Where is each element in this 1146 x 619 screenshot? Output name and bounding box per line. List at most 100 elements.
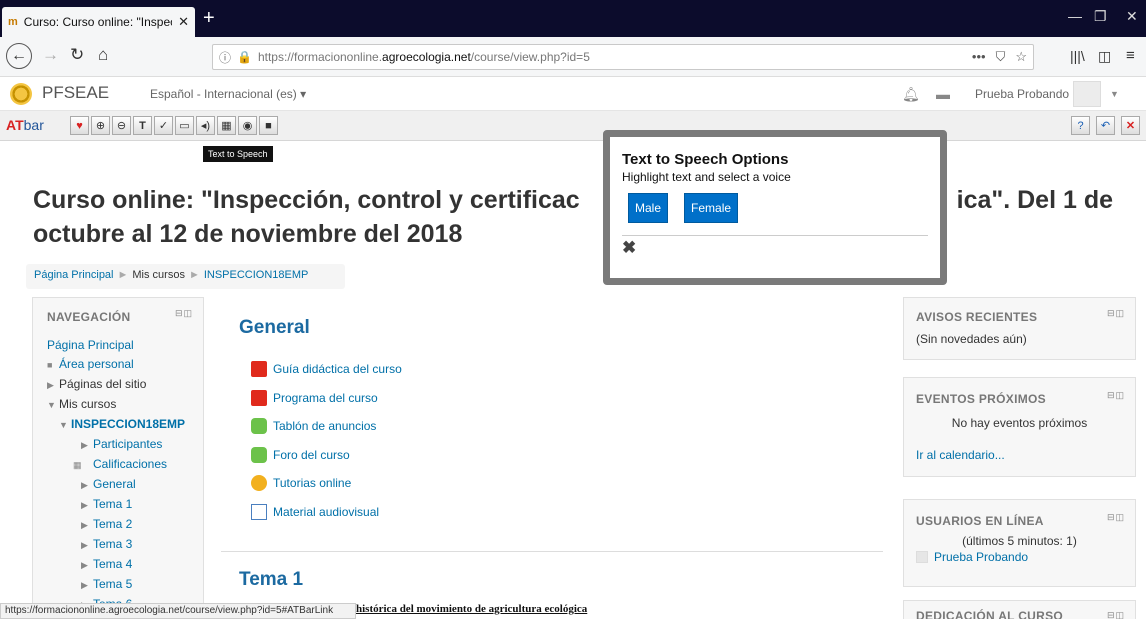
course-content: General Guía didáctica del curso Program… [221, 297, 883, 590]
dedication-block: DEDICACIÓN AL CURSO ⊟◫ [903, 600, 1136, 619]
zoom-out-icon[interactable]: ⊖ [112, 116, 131, 135]
breadcrumb-home[interactable]: Página Principal [34, 269, 114, 281]
dialog-subtitle: Highlight text and select a voice [622, 170, 791, 184]
activity-item[interactable]: Programa del curso [251, 384, 883, 413]
language-menu[interactable]: Español - Internacional (es) ▾ [150, 87, 306, 101]
nav-item-tema1[interactable]: ▶ Tema 1 [47, 495, 189, 515]
dialog-close-icon[interactable]: ✖ [622, 238, 928, 258]
nav-item-course[interactable]: ▼ INSPECCION18EMP [47, 415, 189, 435]
user-name[interactable]: Prueba Probando [975, 87, 1069, 101]
site-header: PFSEAE Español - Internacional (es) ▾ 🔔︎… [0, 77, 1146, 111]
library-icon[interactable]: |||\ [1070, 48, 1085, 64]
breadcrumb-course[interactable]: INSPECCION18EMP [204, 269, 309, 281]
font-icon[interactable]: T [133, 116, 152, 135]
menu-icon[interactable]: ≡ [1126, 47, 1135, 64]
breadcrumb-my-courses[interactable]: Mis cursos [132, 269, 185, 281]
activity-item[interactable]: Guía didáctica del curso [251, 355, 883, 384]
bookmark-star-icon[interactable]: ☆ [1015, 49, 1027, 65]
forum-icon [251, 418, 267, 435]
news-block: AVISOS RECIENTES ⊟◫ (Sin novedades aún) [903, 297, 1136, 360]
online-users-block: USUARIOS EN LÍNEA ⊟◫ (últimos 5 minutos:… [903, 499, 1136, 587]
block-controls-icon[interactable]: ⊟◫ [1107, 390, 1125, 401]
nav-item-general[interactable]: ▶ General [47, 475, 189, 495]
url-bar[interactable]: ⓘ 🔒 https://formaciononline.agroecologia… [212, 44, 1034, 70]
nav-item-tema4[interactable]: ▶ Tema 4 [47, 555, 189, 575]
lock-icon: 🔒 [237, 50, 252, 64]
sidebar-icon[interactable]: ◫ [1098, 48, 1111, 65]
nav-item-tema5[interactable]: ▶ Tema 5 [47, 575, 189, 595]
male-voice-button[interactable]: Male [628, 193, 669, 223]
forum-icon [251, 446, 267, 463]
help-icon[interactable]: ? [1071, 116, 1090, 135]
activity-item[interactable]: Tutorias online [251, 469, 883, 498]
pdf-icon [251, 389, 267, 406]
nav-item-tema3[interactable]: ▶ Tema 3 [47, 535, 189, 555]
new-tab-button[interactable]: + [203, 8, 215, 28]
block-heading: DEDICACIÓN AL CURSO [916, 609, 1064, 619]
nav-item-tema2[interactable]: ▶ Tema 2 [47, 515, 189, 535]
block-controls-icon[interactable]: ⊟◫ [1107, 308, 1125, 319]
browser-nav-bar: ← → ↻ ⌂ ⓘ 🔒 https://formaciononline.agro… [0, 37, 1146, 77]
home-button[interactable]: ⌂ [98, 45, 108, 65]
messages-icon[interactable]: ▬ [936, 86, 950, 102]
online-users-count: (últimos 5 minutos: 1) [962, 534, 1077, 548]
moodle-favicon-icon: m [8, 16, 18, 28]
female-voice-button[interactable]: Female [684, 193, 739, 223]
word-prediction-icon[interactable]: ▦ [217, 116, 236, 135]
section-divider [221, 551, 883, 552]
block-controls-icon[interactable]: ⊟◫ [175, 308, 193, 319]
info-icon[interactable]: ⓘ [219, 49, 231, 66]
window-close-icon[interactable]: ✕ [1126, 8, 1138, 25]
nav-item-home[interactable]: Página Principal [47, 336, 189, 355]
heart-icon[interactable]: ♥ [70, 116, 89, 135]
dialog-title: Text to Speech Options [622, 151, 789, 168]
activity-link-partial[interactable]: histórica del movimiento de agricultura … [356, 603, 587, 615]
tooltip: Text to Speech [203, 146, 273, 162]
reset-icon[interactable]: ↶ [1096, 116, 1115, 135]
user-menu-caret-icon[interactable]: ▼ [1110, 89, 1119, 99]
browser-tab-bar: m Curso: Curso online: "Inspecci ✕ + — ❐… [0, 0, 1146, 37]
block-heading: USUARIOS EN LÍNEA [916, 514, 1044, 528]
block-controls-icon[interactable]: ⊟◫ [1107, 512, 1125, 523]
atbar-logo: ATbar [6, 117, 44, 133]
text-to-speech-dialog: Text to Speech Options Highlight text an… [603, 130, 947, 285]
dictionary-icon[interactable]: ▭ [175, 116, 194, 135]
back-button[interactable]: ← [6, 43, 32, 69]
nav-item-participants[interactable]: ▶ Participantes [47, 435, 189, 455]
site-brand[interactable]: PFSEAE [42, 83, 109, 103]
nav-item-dashboard[interactable]: ■ Área personal [47, 355, 189, 375]
grades-icon: ▦ [73, 460, 82, 470]
activity-item[interactable]: Foro del curso [251, 441, 883, 470]
calendar-link[interactable]: Ir al calendario... [916, 448, 1005, 462]
nav-item-grades[interactable]: ▦ Calificaciones [47, 455, 189, 475]
block-heading: NAVEGACIÓN [47, 310, 131, 324]
tab-close-icon[interactable]: ✕ [178, 14, 189, 30]
page-actions-icon[interactable]: ••• [972, 49, 986, 65]
activity-item[interactable]: Tablón de anuncios [251, 412, 883, 441]
page-icon [251, 503, 267, 520]
restore-icon[interactable]: ❐ [1094, 8, 1107, 25]
browser-tab[interactable]: m Curso: Curso online: "Inspecci ✕ [2, 7, 195, 37]
text-to-speech-icon[interactable]: ◂) [196, 116, 215, 135]
nav-item-my-courses[interactable]: ▼ Mis cursos [47, 395, 189, 415]
styles-icon[interactable]: ■ [259, 116, 278, 135]
navigation-block: NAVEGACIÓN ⊟◫ Página Principal ■ Área per… [32, 297, 204, 619]
site-logo[interactable] [10, 83, 32, 105]
block-controls-icon[interactable]: ⊟◫ [1107, 610, 1125, 619]
atbar-close-icon[interactable]: ✕ [1121, 116, 1140, 135]
forward-button[interactable]: → [42, 45, 59, 65]
nav-item-site-pages[interactable]: ▶ Páginas del sitio [47, 375, 189, 395]
notifications-icon[interactable]: 🔔︎ [902, 86, 920, 103]
avatar[interactable] [1073, 81, 1101, 107]
section-tema1-title: Tema 1 [239, 569, 304, 590]
spellcheck-icon[interactable]: ✓ [154, 116, 173, 135]
reload-button[interactable]: ↻ [70, 45, 84, 65]
minimize-icon[interactable]: — [1068, 8, 1082, 24]
online-user-link[interactable]: Prueba Probando [934, 550, 1028, 564]
pocket-icon[interactable]: ⛉ [996, 49, 1006, 65]
zoom-in-icon[interactable]: ⊕ [91, 116, 110, 135]
activity-item[interactable]: Material audiovisual [251, 498, 883, 527]
color-settings-icon[interactable]: ◉ [238, 116, 257, 135]
user-avatar-icon [916, 551, 928, 563]
events-block: EVENTOS PRÓXIMOS ⊟◫ No hay eventos próxi… [903, 377, 1136, 477]
